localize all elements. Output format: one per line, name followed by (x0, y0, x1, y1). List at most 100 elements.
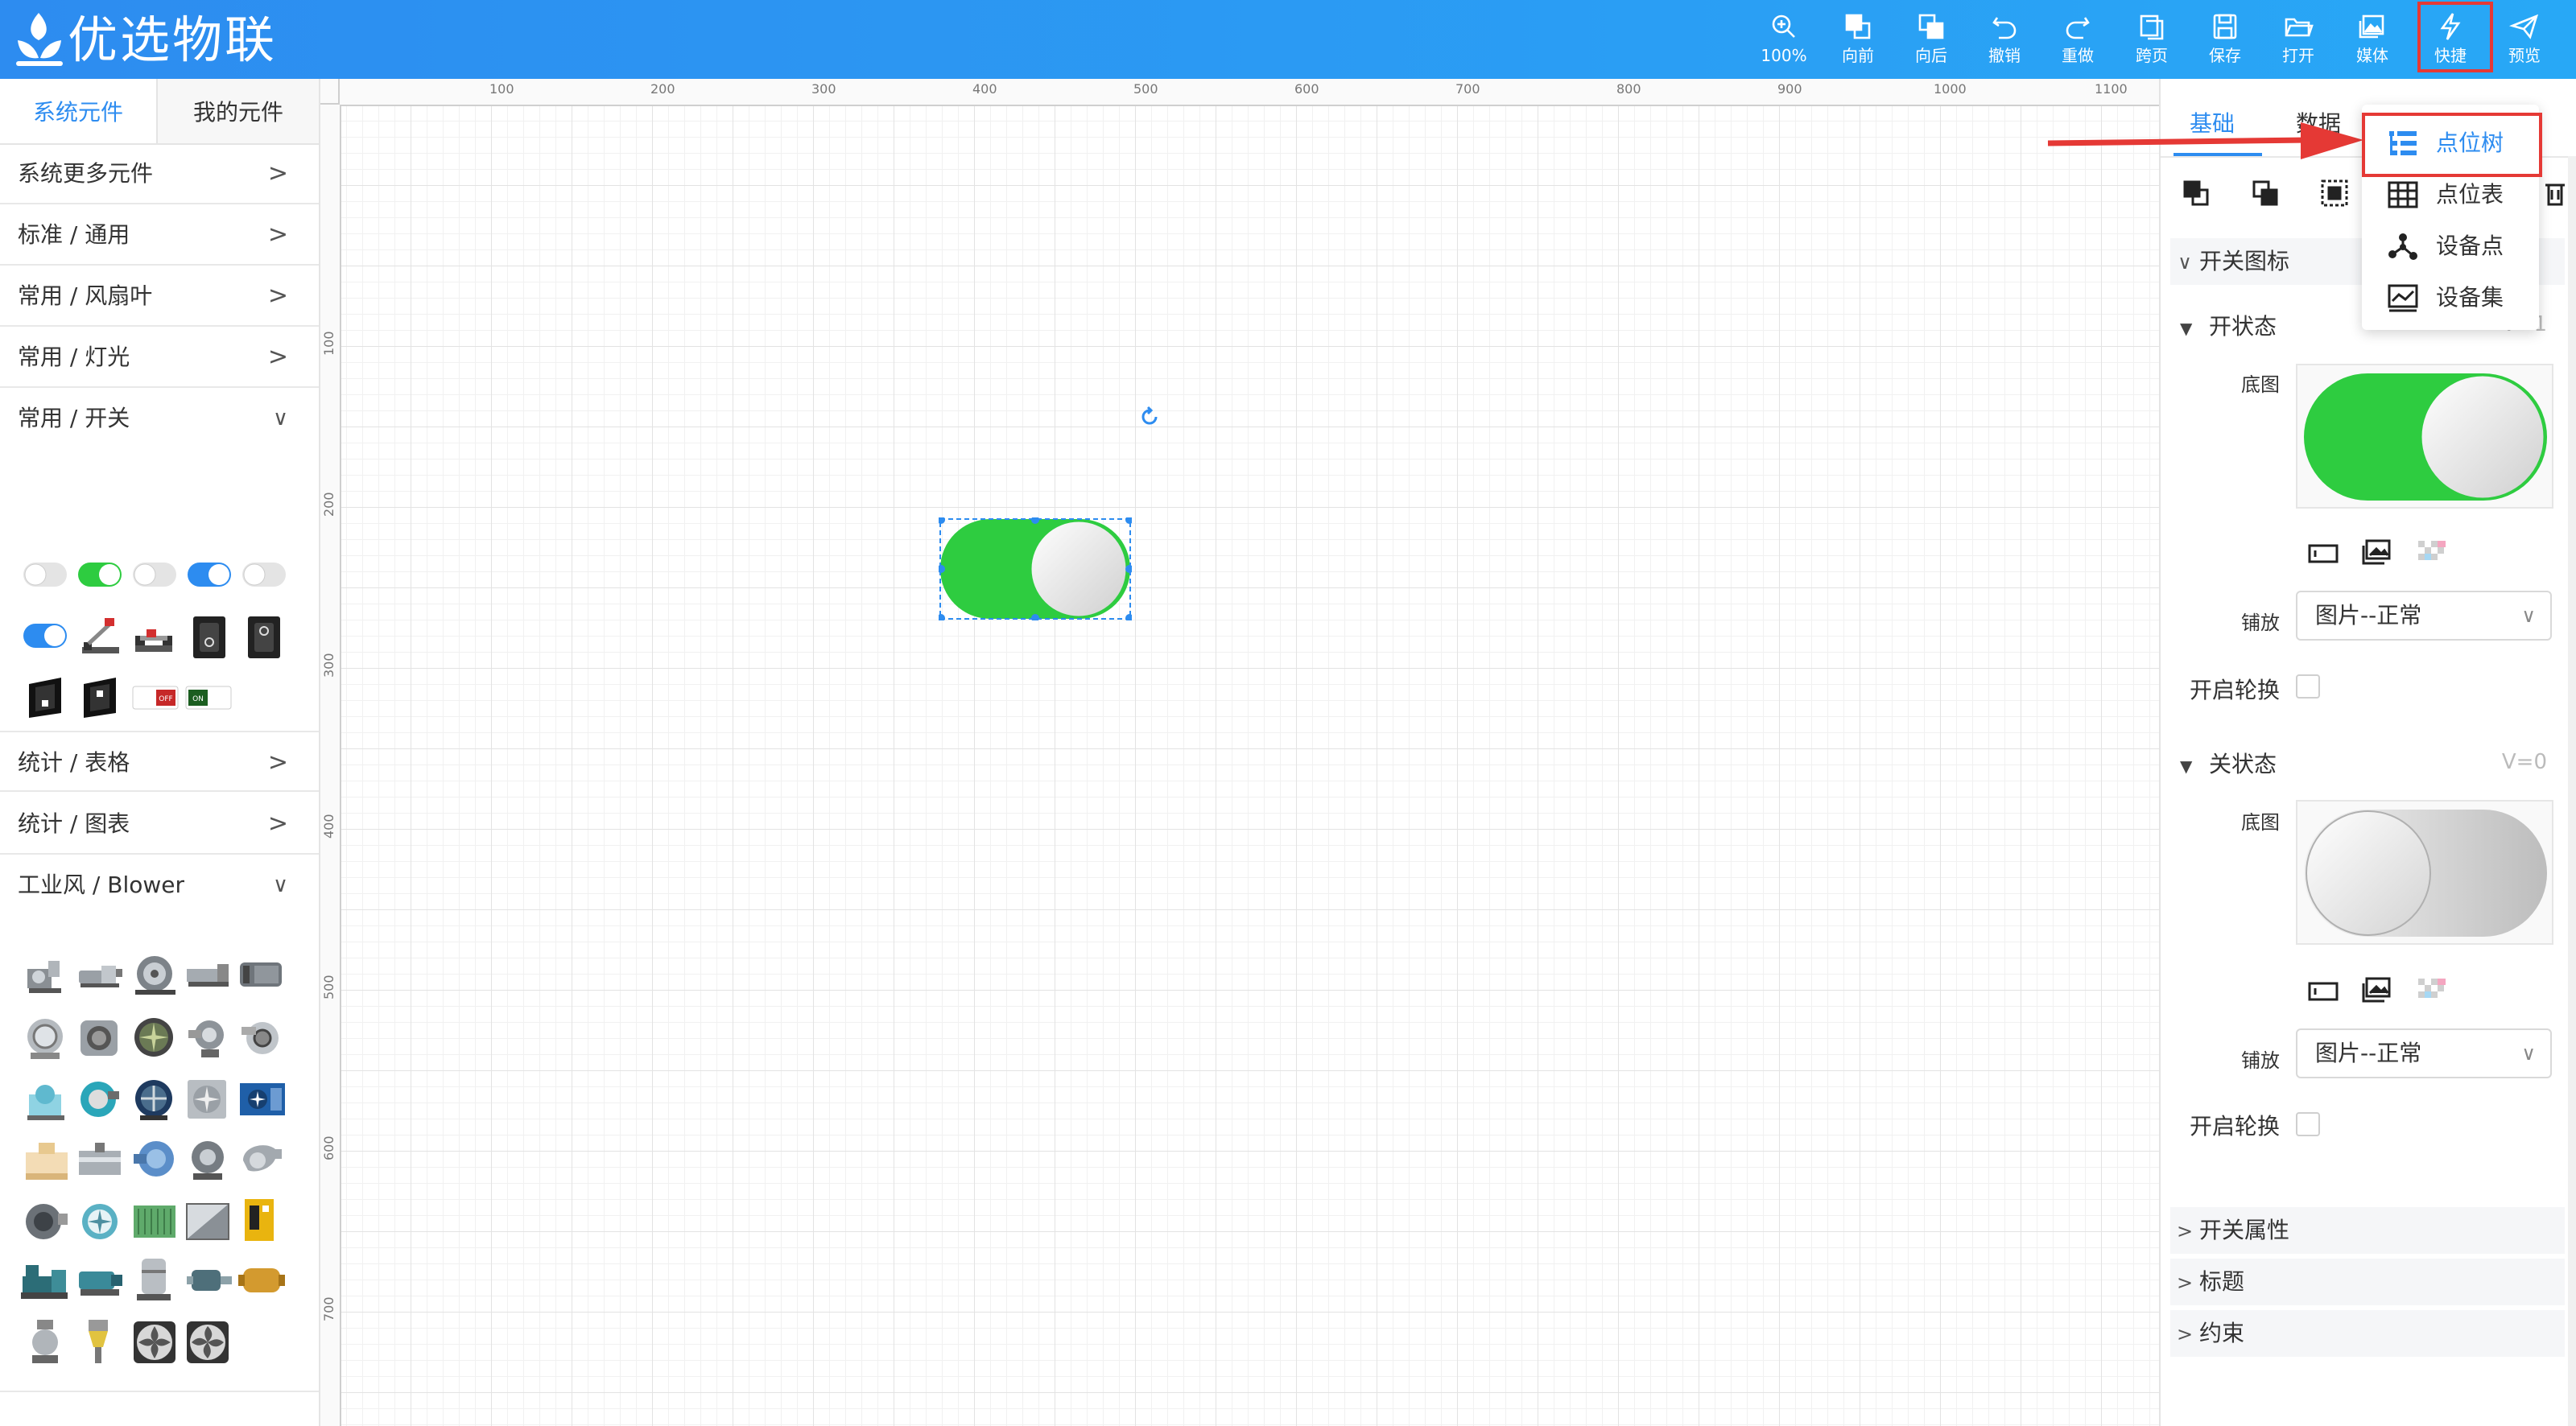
transparent-bg-icon[interactable] (2417, 539, 2449, 565)
folder-open-icon (2285, 18, 2314, 37)
blower-icon[interactable] (185, 961, 233, 988)
media-icon (2359, 14, 2384, 39)
bring-forward-button[interactable]: 向前 (1826, 11, 1890, 74)
on-rotate-checkbox[interactable] (2296, 674, 2320, 699)
button-switch-red-off[interactable]: OFF (132, 686, 179, 710)
panel-switch-dark-1[interactable] (26, 676, 64, 719)
switch-toggle-blue-on-2[interactable] (23, 623, 68, 649)
button-switch-green-on[interactable]: ON (185, 686, 232, 710)
save-button[interactable]: 保存 (2193, 11, 2257, 74)
tab-system-components[interactable]: 系统元件 (0, 79, 156, 143)
send-backward-button[interactable]: 向后 (1899, 11, 1963, 74)
blower-icon[interactable] (237, 1263, 287, 1297)
blower-icon[interactable] (84, 1318, 113, 1365)
rocker-switch-off[interactable] (192, 615, 227, 660)
canvas-switch-element[interactable] (939, 517, 1132, 620)
blower-icon[interactable] (77, 1077, 121, 1122)
blower-icon[interactable] (132, 951, 179, 996)
blower-icon[interactable] (132, 1077, 175, 1122)
blower-icon[interactable] (238, 1016, 282, 1061)
blower-icon[interactable] (77, 1138, 122, 1181)
category-stat-chart[interactable]: 统计 / 图表 > (0, 793, 319, 855)
blower-icon[interactable] (132, 1016, 175, 1061)
group-icon[interactable] (2318, 177, 2351, 209)
blower-icon[interactable] (185, 1138, 230, 1181)
design-canvas[interactable]: 100 200 300 400 500 600 700 800 900 1000… (320, 79, 2159, 1426)
blower-icon[interactable] (19, 1259, 69, 1302)
blower-icon[interactable] (132, 1138, 177, 1181)
blower-icon[interactable] (23, 1138, 71, 1181)
menu-item-device-point[interactable]: 设备点 (2362, 220, 2539, 272)
category-stat-table[interactable]: 统计 / 表格 > (0, 731, 319, 792)
category-industrial-blower[interactable]: 工业风 / Blower ∨ (0, 855, 319, 916)
send-icon (2509, 14, 2539, 39)
switch-toggle-gray-off-3[interactable] (242, 562, 287, 587)
properties-scrollbar[interactable] (2568, 156, 2576, 1426)
blower-icon[interactable] (24, 1077, 68, 1122)
blower-icon[interactable] (238, 1082, 287, 1117)
bring-to-front-icon[interactable] (2180, 177, 2212, 209)
redo-button[interactable]: 重做 (2046, 11, 2110, 74)
category-switches[interactable]: 常用 / 开关 ∨ (0, 388, 319, 449)
blower-icon[interactable] (134, 1254, 174, 1304)
switch-toggle-gray-off-2[interactable] (132, 562, 177, 587)
blower-icon[interactable] (185, 1016, 229, 1061)
blower-icon[interactable] (24, 953, 69, 995)
panel-switch-dark-2[interactable] (80, 676, 119, 719)
cross-page-button[interactable]: 跨页 (2120, 11, 2184, 74)
preview-button[interactable]: 预览 (2492, 11, 2557, 74)
media-button[interactable]: 媒体 (2340, 11, 2405, 74)
delete-icon[interactable] (2539, 177, 2571, 209)
knife-switch-closed[interactable] (132, 618, 175, 658)
blower-icon[interactable] (185, 1077, 229, 1122)
switch-toggle-gray-off[interactable] (23, 562, 68, 587)
blower-icon[interactable] (77, 959, 124, 990)
blower-icon[interactable] (185, 1262, 233, 1299)
blower-icon[interactable] (77, 1016, 121, 1061)
undo-button[interactable]: 撤销 (1972, 11, 2037, 74)
blower-icon[interactable] (238, 956, 287, 993)
category-fan-blades[interactable]: 常用 / 风扇叶 > (0, 266, 319, 327)
blower-icon[interactable] (23, 1199, 69, 1243)
fan-grille-icon[interactable] (185, 1320, 230, 1365)
off-state-image[interactable] (2296, 800, 2553, 945)
section-title-settings[interactable]: > 标题 (2170, 1259, 2565, 1305)
section-constraints[interactable]: > 约束 (2170, 1310, 2565, 1357)
rotate-handle-icon[interactable] (1138, 406, 1161, 428)
category-more-system[interactable]: 系统更多元件 > (0, 143, 319, 204)
fan-grille-icon[interactable] (132, 1320, 177, 1365)
blower-icon[interactable] (132, 1202, 177, 1241)
menu-item-device-set[interactable]: 设备集 (2362, 272, 2539, 324)
canvas-grid[interactable] (341, 106, 2159, 1426)
off-tile-select[interactable]: 图片--正常 ∨ (2296, 1028, 2552, 1078)
transparent-bg-icon[interactable] (2417, 977, 2449, 1003)
switch-toggle-green-on[interactable] (77, 562, 122, 587)
image-library-icon[interactable] (2360, 538, 2392, 567)
blower-icon[interactable] (24, 1318, 66, 1365)
off-rotate-checkbox[interactable] (2296, 1112, 2320, 1136)
open-button[interactable]: 打开 (2266, 11, 2330, 74)
blower-icon[interactable] (76, 1262, 124, 1299)
tab-my-components[interactable]: 我的元件 (156, 79, 319, 143)
section-switch-properties[interactable]: > 开关属性 (2170, 1207, 2565, 1254)
rocker-switch-on[interactable] (246, 615, 282, 660)
image-library-icon[interactable] (2360, 975, 2392, 1004)
category-lights[interactable]: 常用 / 灯光 > (0, 327, 319, 388)
blower-icon[interactable] (24, 1016, 66, 1061)
category-standard-general[interactable]: 标准 / 通用 > (0, 204, 319, 266)
image-frame-icon[interactable] (2307, 979, 2339, 1004)
ruler-tick-label: 100 (321, 331, 336, 356)
send-to-back-icon[interactable] (2249, 177, 2281, 209)
knife-switch-open[interactable] (79, 615, 122, 658)
switch-toggle-blue-on[interactable] (187, 562, 232, 587)
on-state-image[interactable] (2296, 364, 2553, 509)
blower-icon[interactable] (238, 1138, 283, 1181)
blower-icon[interactable] (77, 1199, 122, 1243)
on-tile-select[interactable]: 图片--正常 ∨ (2296, 591, 2552, 641)
on-state-header[interactable]: ▼ 开状态 (2180, 309, 2277, 341)
blower-icon[interactable] (242, 1197, 277, 1243)
zoom-button[interactable]: 100% (1752, 11, 1816, 74)
blower-icon[interactable] (185, 1201, 230, 1243)
image-frame-icon[interactable] (2307, 541, 2339, 567)
off-state-header[interactable]: ▼ 关状态 (2180, 747, 2277, 779)
